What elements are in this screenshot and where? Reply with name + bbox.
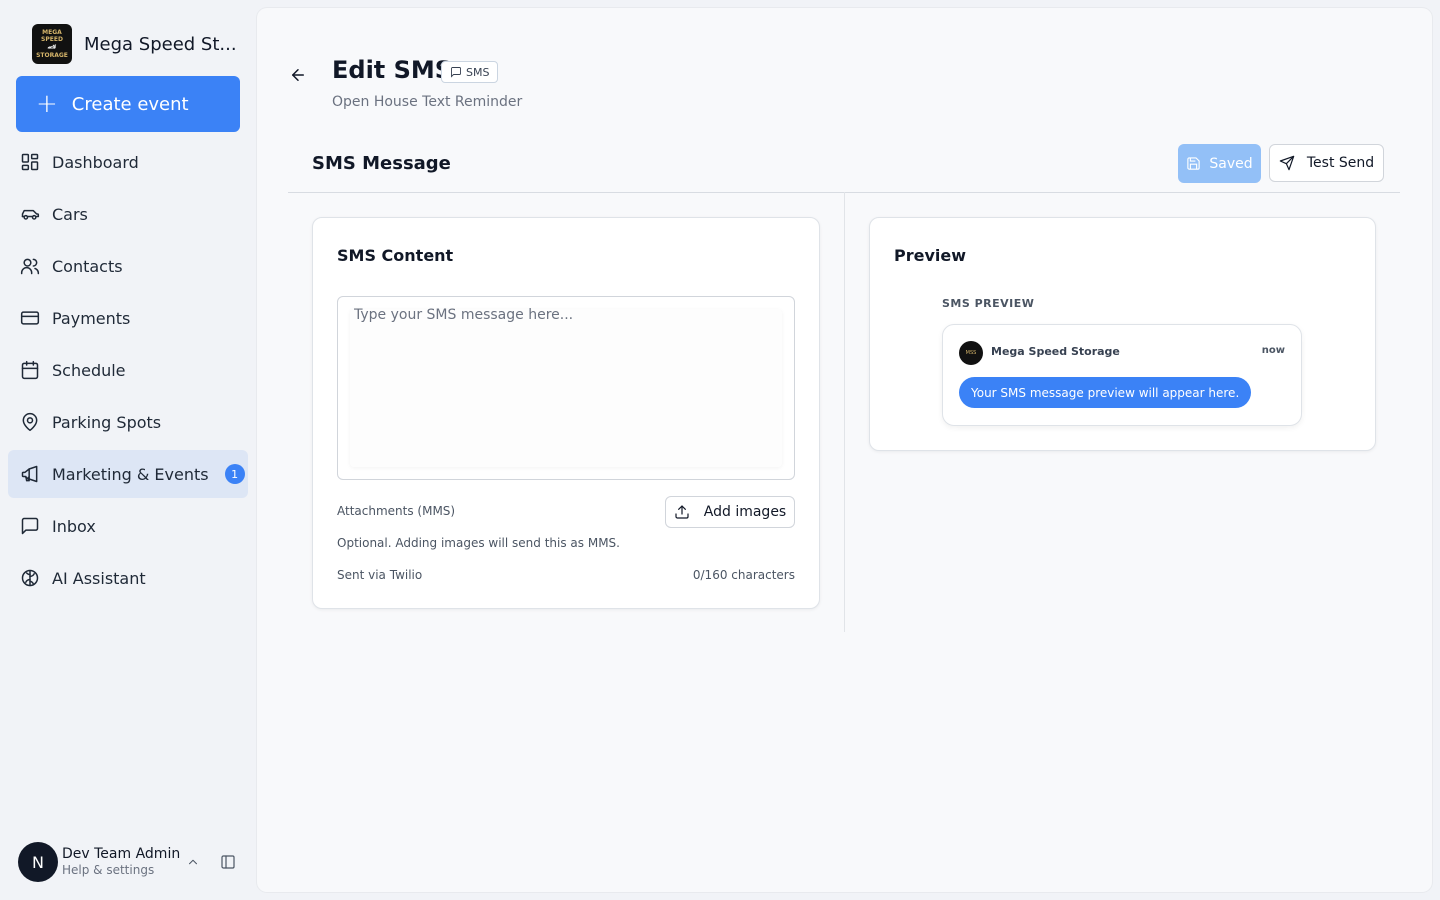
car-icon — [20, 204, 40, 224]
create-event-label: Create event — [71, 93, 189, 115]
megaphone-icon — [20, 464, 40, 484]
sidebar-item-inbox[interactable]: Inbox — [8, 502, 248, 550]
type-badge-label: SMS — [466, 65, 490, 79]
test-send-label: Test Send — [1306, 155, 1375, 171]
brand[interactable]: MEGA SPEED 🏎 STORAGE Mega Speed St... — [32, 24, 237, 64]
sms-preview-message: MSS Mega Speed Storage now Your SMS mess… — [942, 324, 1302, 426]
send-icon — [1279, 155, 1295, 171]
message-square-icon — [20, 516, 40, 536]
sidebar-nav: Dashboard Cars Contacts Payments Schedul… — [8, 138, 248, 606]
user-info: Dev Team Admin Help & settings — [62, 846, 180, 877]
main-panel: Edit SMS SMS Open House Text Reminder SM… — [257, 8, 1432, 892]
sidebar-item-label: Schedule — [52, 360, 126, 380]
sms-textarea-wrapper — [337, 296, 795, 480]
message-bubble: Your SMS message preview will appear her… — [959, 377, 1252, 408]
sms-message-input[interactable] — [354, 307, 774, 457]
card-title: Preview — [894, 246, 967, 265]
sidebar: MEGA SPEED 🏎 STORAGE Mega Speed St... + … — [0, 0, 256, 900]
column-divider — [844, 192, 845, 632]
sidebar-item-contacts[interactable]: Contacts — [8, 242, 248, 290]
sidebar-item-label: Inbox — [52, 516, 96, 536]
sidebar-toggle-icon[interactable] — [220, 854, 236, 870]
sidebar-item-label: Cars — [52, 204, 88, 224]
sidebar-item-parking-spots[interactable]: Parking Spots — [8, 398, 248, 446]
mms-note: Optional. Adding images will send this a… — [337, 536, 620, 550]
section-title: SMS Message — [312, 153, 451, 174]
user-subtitle: Help & settings — [62, 863, 155, 878]
character-count: 0/160 characters — [692, 568, 795, 582]
sidebar-item-payments[interactable]: Payments — [8, 294, 248, 342]
sidebar-item-label: AI Assistant — [52, 568, 146, 588]
back-arrow-icon[interactable] — [289, 66, 307, 84]
sidebar-item-schedule[interactable]: Schedule — [8, 346, 248, 394]
chevron-up-icon[interactable] — [186, 854, 200, 868]
sidebar-item-label: Dashboard — [52, 152, 139, 172]
upload-icon — [675, 505, 689, 519]
page-title: Edit SMS — [332, 56, 453, 84]
brand-logo: MEGA SPEED 🏎 STORAGE — [32, 24, 72, 64]
dashboard-icon — [20, 152, 40, 172]
page-subtitle: Open House Text Reminder — [332, 94, 523, 110]
type-badge: SMS — [441, 61, 499, 83]
add-images-button[interactable]: Add images — [665, 496, 795, 528]
notification-badge: 1 — [224, 464, 245, 484]
saved-button[interactable]: Saved — [1178, 144, 1261, 183]
sms-preview-label: SMS PREVIEW — [942, 297, 1035, 310]
add-images-label: Add images — [703, 504, 787, 520]
brand-name: Mega Speed St... — [84, 33, 237, 55]
sidebar-item-label: Payments — [52, 308, 131, 328]
sidebar-item-marketing-events[interactable]: Marketing & Events 1 — [8, 450, 248, 498]
users-icon — [20, 256, 40, 276]
avatar: N — [18, 842, 58, 882]
saved-label: Saved — [1209, 155, 1253, 172]
user-menu[interactable]: N Dev Team Admin Help & settings — [18, 842, 248, 882]
attachments-label: Attachments (MMS) — [337, 504, 456, 518]
user-name: Dev Team Admin — [62, 846, 181, 863]
credit-card-icon — [20, 308, 40, 328]
sidebar-item-label: Contacts — [52, 256, 123, 276]
sms-content-card: SMS Content Attachments (MMS) Add images… — [312, 217, 820, 609]
sent-via: Sent via Twilio — [337, 568, 423, 582]
sidebar-item-label: Parking Spots — [52, 412, 162, 432]
test-send-button[interactable]: Test Send — [1269, 144, 1384, 182]
sidebar-item-cars[interactable]: Cars — [8, 190, 248, 238]
calendar-icon — [20, 360, 40, 380]
sender-name: Mega Speed Storage — [991, 345, 1120, 358]
message-time: now — [1261, 345, 1285, 356]
card-title: SMS Content — [337, 246, 454, 265]
plus-icon: + — [36, 89, 58, 119]
sender-logo: MSS — [959, 341, 983, 365]
create-event-button[interactable]: + Create event — [16, 76, 240, 132]
map-pin-icon — [20, 412, 40, 432]
brain-icon — [20, 568, 40, 588]
sidebar-item-label: Marketing & Events — [52, 464, 209, 484]
preview-card: Preview SMS PREVIEW MSS Mega Speed Stora… — [869, 217, 1376, 451]
sidebar-item-dashboard[interactable]: Dashboard — [8, 138, 248, 186]
sidebar-item-ai-assistant[interactable]: AI Assistant — [8, 554, 248, 602]
save-icon — [1187, 157, 1201, 170]
message-square-icon — [451, 67, 461, 78]
